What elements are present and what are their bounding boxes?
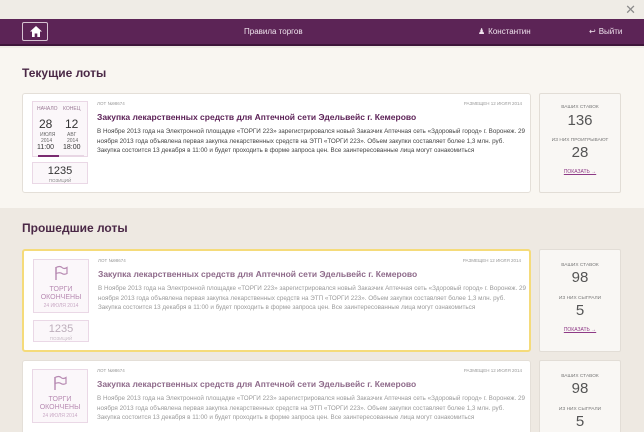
end-time: 18:00 [63, 144, 81, 151]
user-profile-link[interactable]: ♟ Константин [478, 27, 531, 36]
top-nav-bar: Правила торгов ♟ Константин ↩ Выйти [0, 19, 644, 46]
ended-label: ТОРГИ ОКОНЧЕНЫ [39, 396, 81, 411]
lot-dates: НАЧАЛО КОНЕЦ 28 12 ИЮЛЯ АВГ 2014 2014 11… [32, 101, 88, 157]
logout-icon: ↩ [589, 27, 596, 36]
bids-label: ВАШИХ СТАВОК [561, 263, 599, 268]
bids-label: ВАШИХ СТАВОК [561, 105, 599, 110]
bids-count: 98 [571, 380, 589, 397]
won-label: ИЗ НИХ СЫГРАЛИ [558, 296, 602, 301]
won-count: 5 [575, 413, 585, 430]
lot-description: В Ноябре 2013 года на Электронной площад… [97, 395, 526, 422]
lot-description: В Ноябре 2013 года на Электронной площад… [98, 285, 527, 312]
home-icon [30, 26, 42, 37]
positions-count: 1235 [47, 165, 73, 177]
positions-label: ПОЗИЦИЙ [48, 178, 72, 183]
positions-count: 1235 [48, 323, 74, 335]
end-label: КОНЕЦ [63, 106, 81, 112]
user-icon: ♟ [478, 27, 486, 36]
auction-rules-link[interactable]: Правила торгов [244, 27, 303, 36]
lot-number: ЛОТ №98674 [98, 258, 126, 263]
lot-description: В Ноябре 2013 года на Электронной площад… [97, 128, 526, 155]
user-name: Константин [488, 27, 531, 36]
ended-badge: ТОРГИ ОКОНЧЕНЫ 24 ИЮЛЯ 2014 [32, 369, 88, 423]
lot-stats-panel: ВАШИХ СТАВОК 136 ИЗ НИХ ПРОИГРЫВАЮТ 28 П… [539, 93, 621, 193]
logout-link[interactable]: ↩ Выйти [589, 27, 622, 36]
start-day: 28 [39, 117, 53, 131]
start-time: 11:00 [37, 144, 54, 151]
losing-label: ИЗ НИХ ПРОИГРЫВАЮТ [551, 138, 609, 143]
lot-stats-panel: ВАШИХ СТАВОК 98 ИЗ НИХ СЫГРАЛИ 5 ПОКАЗАТ… [539, 249, 621, 352]
past-lot-card[interactable]: ТОРГИ ОКОНЧЕНЫ 24 ИЮЛЯ 2014 1235 ПОЗИЦИЙ… [22, 249, 531, 352]
lot-placed-date: РАЗМЕЩЕН 12 ИЮЛЯ 2014 [463, 101, 522, 106]
start-label: НАЧАЛО [37, 106, 58, 112]
lot-progress-bar [38, 155, 84, 157]
lot-title-link[interactable]: Закупка лекарственных средств для Аптечн… [97, 379, 416, 389]
ended-date: 24 ИЮЛЯ 2014 [42, 413, 78, 419]
current-lots-title: Текущие лоты [22, 66, 107, 80]
lot-title-link[interactable]: Закупка лекарственных средств для Аптечн… [97, 112, 416, 122]
ended-badge: ТОРГИ ОКОНЧЕНЫ 24 ИЮЛЯ 2014 [33, 259, 89, 313]
ended-date: 24 ИЮЛЯ 2014 [43, 303, 79, 309]
past-lot-card[interactable]: ТОРГИ ОКОНЧЕНЫ 24 ИЮЛЯ 2014 ЛОТ №98674 Р… [22, 360, 531, 432]
close-window-button[interactable]: ✕ [625, 3, 636, 17]
lot-placed-date: РАЗМЕЩЕН 12 ИЮЛЯ 2014 [462, 258, 521, 263]
show-bids-link[interactable]: ПОКАЗАТЬ → [540, 169, 620, 175]
losing-count: 28 [571, 144, 589, 161]
finish-flag-icon [55, 265, 68, 280]
lot-progress-fill [38, 155, 59, 157]
bids-label: ВАШИХ СТАВОК [561, 374, 599, 379]
show-bids-link[interactable]: ПОКАЗАТЬ → [540, 327, 620, 333]
lot-stats-panel: ВАШИХ СТАВОК 98 ИЗ НИХ СЫГРАЛИ 5 [539, 360, 621, 432]
home-button[interactable] [22, 22, 48, 41]
past-lots-section: Прошедшие лоты ТОРГИ ОКОНЧЕНЫ 24 ИЮЛЯ 20… [0, 208, 644, 432]
lot-card[interactable]: НАЧАЛО КОНЕЦ 28 12 ИЮЛЯ АВГ 2014 2014 11… [22, 93, 531, 193]
current-lots-section: Текущие лоты НАЧАЛО КОНЕЦ 28 12 ИЮЛЯ АВГ… [0, 48, 644, 208]
end-day: 12 [65, 117, 79, 131]
past-lots-title: Прошедшие лоты [22, 221, 128, 235]
lot-placed-date: РАЗМЕЩЕН 12 ИЮЛЯ 2014 [463, 368, 522, 373]
positions-box: 1235 ПОЗИЦИЙ [32, 162, 88, 184]
bids-count: 98 [571, 269, 589, 286]
logout-label: Выйти [598, 27, 623, 36]
bids-count: 136 [567, 112, 593, 129]
lot-title-link[interactable]: Закупка лекарственных средств для Аптечн… [98, 269, 417, 279]
positions-box: 1235 ПОЗИЦИЙ [33, 320, 89, 342]
lot-number: ЛОТ №98674 [97, 101, 125, 106]
positions-label: ПОЗИЦИЙ [49, 336, 73, 341]
ended-label: ТОРГИ ОКОНЧЕНЫ [40, 286, 82, 301]
won-count: 5 [575, 302, 585, 319]
won-label: ИЗ НИХ СЫГРАЛИ [558, 407, 602, 412]
finish-flag-icon [54, 375, 67, 390]
lot-number: ЛОТ №98674 [97, 368, 125, 373]
